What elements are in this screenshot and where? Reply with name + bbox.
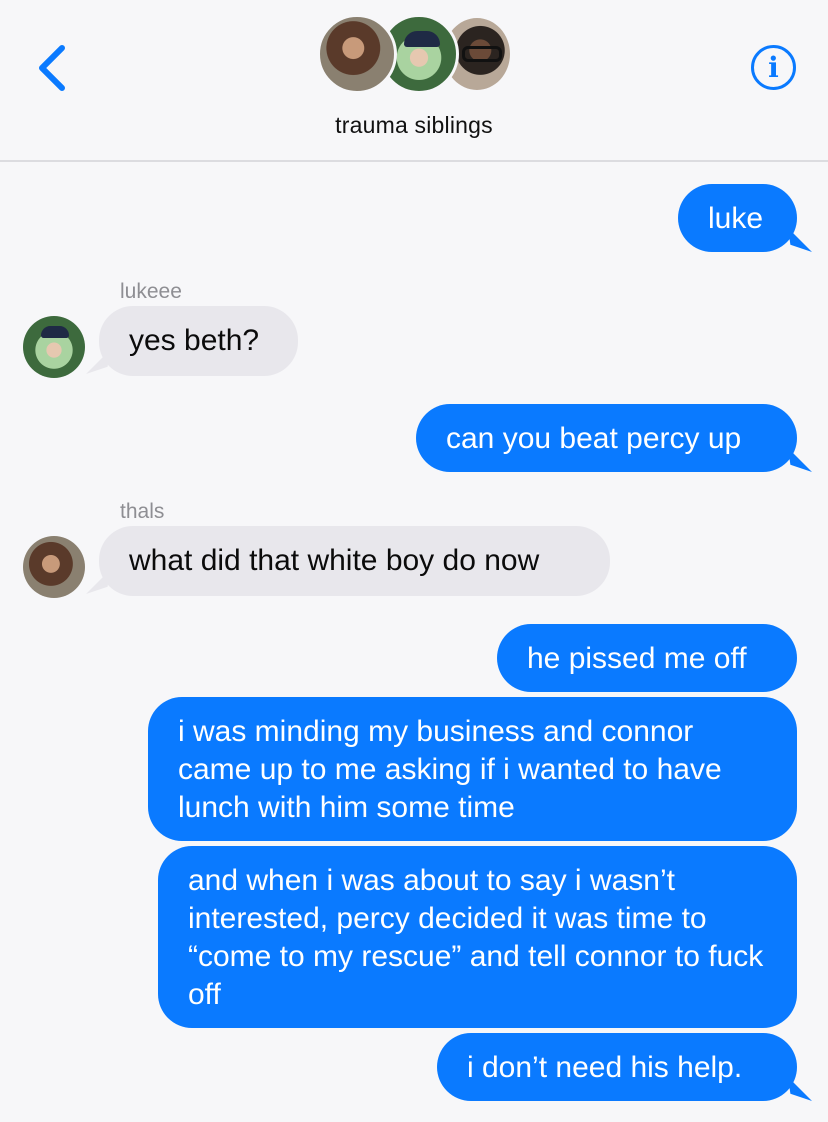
message-text: luke [708,202,764,235]
sent-message[interactable]: he pissed me off [497,624,797,692]
sent-message[interactable]: i was minding my business and connor cam… [148,697,797,841]
message-text: yes beth? [129,324,260,357]
bubble-tail [788,1077,812,1101]
group-avatars[interactable] [317,14,517,96]
info-button[interactable]: i [751,45,796,90]
chevron-left-icon [39,45,65,91]
message-text: i don’t need his help. [467,1051,743,1084]
back-button[interactable] [30,40,80,96]
sent-message[interactable]: can you beat percy up [416,404,797,472]
received-message[interactable]: what did that white boy do now [99,526,610,596]
message-text: what did that white boy do now [129,544,540,577]
sender-name: lukeee [120,280,182,303]
group-name[interactable]: trauma siblings [0,112,828,139]
messages-screen: trauma siblings i luke lukeee yes beth? … [0,0,828,1122]
conversation-header: trauma siblings i [0,0,828,162]
sent-message[interactable]: i don’t need his help. [437,1033,797,1101]
bubble-tail [788,228,812,252]
sent-message[interactable]: and when i was about to say i wasn’t int… [158,846,797,1028]
sender-name: thals [120,500,165,523]
received-message[interactable]: yes beth? [99,306,298,376]
avatar[interactable] [23,536,85,598]
avatar [317,14,397,94]
message-text: can you beat percy up [446,422,742,455]
info-icon: i [768,51,779,84]
message-text: and when i was about to say i wasn’t int… [188,864,764,1011]
message-text: i was minding my business and connor cam… [178,715,722,824]
avatar[interactable] [23,316,85,378]
bubble-tail [788,448,812,472]
sent-message[interactable]: luke [678,184,797,252]
message-text: he pissed me off [527,642,747,675]
